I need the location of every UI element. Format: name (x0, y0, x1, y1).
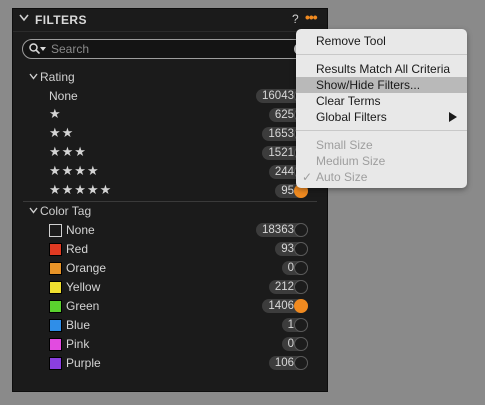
menu-item-label: Clear Terms (316, 94, 381, 108)
menu-item-remove-tool[interactable]: Remove Tool (296, 33, 467, 49)
color-tag-toggle[interactable] (294, 356, 308, 370)
menu-item-label: Auto Size (316, 170, 368, 184)
color-tag-section-title: Color Tag (40, 204, 92, 218)
menu-item-global-filters[interactable]: Global Filters (296, 109, 467, 125)
color-tag-toggle[interactable] (294, 223, 308, 237)
menu-separator (296, 130, 467, 131)
menu-separator (296, 54, 467, 55)
star-rating-label: ★★★★ (49, 163, 100, 178)
color-tag-row-red[interactable]: Red 93 (13, 240, 327, 259)
menu-item-results-match-all[interactable]: Results Match All Criteria (296, 61, 467, 77)
color-swatch (49, 338, 62, 351)
search-options-dropdown-icon[interactable] (40, 47, 46, 51)
color-tag-row-pink[interactable]: Pink 0 (13, 335, 327, 354)
rating-row-3-star[interactable]: ★★★ 1521 (13, 144, 327, 163)
star-rating-label: ★ (49, 106, 62, 121)
star-rating-label: ★★★★★ (49, 182, 113, 197)
color-tag-row-orange[interactable]: Orange 0 (13, 259, 327, 278)
rating-collapse-chevron-icon[interactable] (29, 73, 38, 80)
color-swatch (49, 357, 62, 370)
rating-row-5-star[interactable]: ★★★★★ 95 (13, 182, 327, 201)
rating-row-1-star[interactable]: ★ 625 (13, 106, 327, 125)
rating-section-title: Rating (40, 70, 75, 84)
star-rating-label: ★★ (49, 125, 75, 140)
rating-row-none[interactable]: None 16043 (13, 87, 327, 106)
color-tag-toggle[interactable] (294, 242, 308, 256)
rating-row-2-star[interactable]: ★★ 1653 (13, 125, 327, 144)
menu-item-label: Global Filters (316, 110, 387, 124)
color-tag-label: Red (66, 242, 89, 256)
color-swatch (49, 224, 62, 237)
color-tag-row-none[interactable]: None 18363 (13, 221, 327, 240)
color-tag-toggle[interactable] (294, 337, 308, 351)
color-swatch (49, 243, 62, 256)
color-swatch (49, 319, 62, 332)
more-options-icon[interactable]: ••• (305, 9, 323, 29)
help-icon[interactable]: ? (292, 12, 299, 26)
menu-item-label: Remove Tool (316, 34, 386, 48)
menu-item-label: Show/Hide Filters... (316, 78, 421, 92)
color-swatch (49, 262, 62, 275)
rating-section-header[interactable]: Rating (13, 69, 327, 85)
color-tag-label: Blue (66, 318, 91, 332)
filters-panel: FILTERS ? ••• Search Rating None 16043 ★… (12, 8, 328, 392)
color-tag-toggle[interactable] (294, 318, 308, 332)
checkmark-icon: ✓ (302, 170, 313, 184)
color-tag-row-blue[interactable]: Blue 1 (13, 316, 327, 335)
color-tag-row-green[interactable]: Green 1406 (13, 297, 327, 316)
color-tag-collapse-chevron-icon[interactable] (29, 207, 38, 214)
menu-item-medium-size: Medium Size (296, 153, 467, 169)
rating-label: None (49, 89, 78, 103)
color-tag-label: None (66, 223, 95, 237)
color-swatch (49, 300, 62, 313)
menu-item-small-size: Small Size (296, 137, 467, 153)
color-tag-section-header[interactable]: Color Tag (13, 203, 327, 219)
menu-item-label: Results Match All Criteria (316, 62, 451, 76)
color-swatch (49, 281, 62, 294)
color-tag-toggle[interactable] (294, 261, 308, 275)
section-divider (23, 201, 317, 202)
search-icon[interactable] (29, 43, 40, 54)
rating-row-4-star[interactable]: ★★★★ 244 (13, 163, 327, 182)
menu-item-show-hide-filters[interactable]: Show/Hide Filters... (296, 77, 467, 93)
color-tag-row-purple[interactable]: Purple 106 (13, 354, 327, 373)
star-rating-label: ★★★ (49, 144, 87, 159)
color-tag-toggle[interactable] (294, 299, 308, 313)
menu-item-clear-terms[interactable]: Clear Terms (296, 93, 467, 109)
search-field[interactable]: Search (22, 39, 324, 59)
collapse-chevron-icon[interactable] (19, 14, 29, 22)
color-tag-label: Pink (66, 337, 90, 351)
color-tag-row-yellow[interactable]: Yellow 212 (13, 278, 327, 297)
color-tag-toggle[interactable] (294, 280, 308, 294)
panel-title: FILTERS (35, 13, 87, 27)
color-tag-label: Orange (66, 261, 107, 275)
submenu-arrow-icon (449, 112, 457, 122)
menu-item-label: Small Size (316, 138, 373, 152)
filters-options-menu: Remove Tool Results Match All Criteria S… (296, 29, 467, 188)
panel-header: FILTERS ? ••• (13, 9, 327, 32)
search-input[interactable]: Search (51, 42, 89, 56)
color-tag-label: Purple (66, 356, 101, 370)
menu-item-auto-size: ✓ Auto Size (296, 169, 467, 185)
color-tag-label: Yellow (66, 280, 101, 294)
color-tag-label: Green (66, 299, 100, 313)
menu-item-label: Medium Size (316, 154, 386, 168)
